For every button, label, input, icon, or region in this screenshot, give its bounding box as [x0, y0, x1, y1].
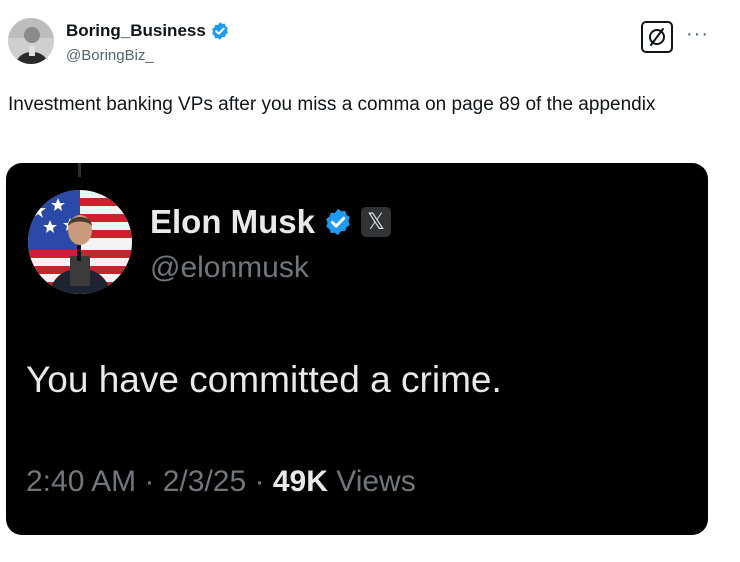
- author-avatar-image: [8, 18, 54, 64]
- quoted-post-date: 2/3/25: [162, 465, 247, 498]
- quoted-post-meta: 2:40 AM · 2/3/25 · 49K Views: [26, 465, 416, 499]
- quoted-post-text: You have committed a crime.: [26, 359, 502, 400]
- media-edge-mark: [78, 163, 81, 177]
- meta-separator: ·: [136, 465, 163, 498]
- tweet-text: Investment banking VPs after you miss a …: [8, 94, 656, 115]
- meta-separator: ·: [246, 465, 273, 498]
- x-logo-icon: 𝕏: [361, 207, 392, 237]
- author-avatar[interactable]: [8, 18, 54, 64]
- author-handle[interactable]: @BoringBiz_: [66, 47, 154, 64]
- author-name[interactable]: Boring_Business: [66, 21, 230, 41]
- quoted-avatar-image: [28, 190, 132, 294]
- grok-button[interactable]: [641, 21, 673, 53]
- tweet-media[interactable]: Elon Musk 𝕏 @elonmusk You have committed…: [6, 163, 708, 535]
- quoted-views-count: 49K: [272, 465, 328, 498]
- grok-icon: [649, 28, 665, 46]
- quoted-author-name: Elon Musk 𝕏: [150, 203, 392, 241]
- quoted-post-time: 2:40 AM: [26, 465, 137, 498]
- quoted-author-name-text: Elon Musk: [150, 203, 316, 240]
- more-icon[interactable]: ···: [686, 24, 709, 44]
- quoted-verified-badge-icon: [326, 208, 350, 236]
- verified-badge-icon: [211, 22, 228, 40]
- quoted-views-label: Views: [327, 465, 416, 498]
- quoted-author-handle: @elonmusk: [150, 251, 309, 284]
- quoted-avatar: [28, 190, 132, 294]
- author-name-text: Boring_Business: [66, 21, 206, 40]
